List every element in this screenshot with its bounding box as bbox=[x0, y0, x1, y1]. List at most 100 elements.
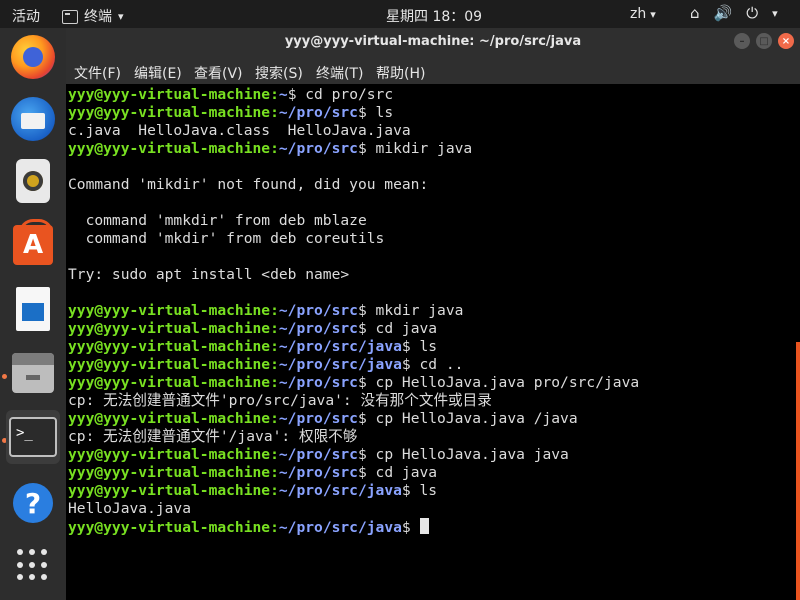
prompt-user: yyy@yyy-virtual-machine bbox=[68, 86, 271, 103]
close-button[interactable]: × bbox=[778, 33, 794, 49]
dock-item-help[interactable]: ? bbox=[6, 476, 60, 530]
prompt-path: ~/pro/src/java bbox=[278, 356, 402, 373]
prompt-line: yyy@yyy-virtual-machine:~/pro/src/java$ … bbox=[68, 482, 438, 499]
dock-item-software[interactable]: A bbox=[6, 218, 60, 272]
command-text bbox=[411, 519, 420, 536]
files-icon bbox=[12, 353, 54, 393]
app-menu[interactable]: 终端 ▾ bbox=[62, 6, 124, 26]
terminal-window: yyy@yyy-virtual-machine: ~/pro/src/java … bbox=[66, 28, 800, 600]
text-cursor bbox=[419, 518, 429, 534]
output-line: Try: sudo apt install <deb name> bbox=[68, 266, 798, 284]
command-text: cp HelloJava.java java bbox=[366, 446, 569, 463]
prompt-path: ~/pro/src bbox=[278, 320, 358, 337]
menu-bar: 文件(F) 编辑(E) 查看(V) 搜索(S) 终端(T) 帮助(H) bbox=[66, 56, 800, 84]
command-text: cd pro/src bbox=[296, 86, 394, 103]
menu-edit[interactable]: 编辑(E) bbox=[134, 63, 182, 83]
dock-item-files[interactable] bbox=[6, 346, 60, 400]
terminal-icon: >_ bbox=[9, 417, 57, 457]
output-text: cp: 无法创建普通文件'/java': 权限不够 bbox=[68, 428, 358, 445]
terminal-app-icon bbox=[62, 10, 78, 24]
output-line: command 'mkdir' from deb coreutils bbox=[68, 230, 798, 248]
prompt-path: ~/pro/src bbox=[278, 302, 358, 319]
menu-view[interactable]: 查看(V) bbox=[194, 63, 243, 83]
prompt-path: ~/pro/src bbox=[278, 140, 358, 157]
terminal-output[interactable]: yyy@yyy-virtual-machine:~$ cd pro/src yyy… bbox=[66, 84, 800, 600]
system-tray[interactable]: ⌂ 🔊 ⏻ ▾ bbox=[690, 4, 778, 22]
command-text: cp HelloJava.java pro/src/java bbox=[366, 374, 640, 391]
dock-item-thunderbird[interactable] bbox=[6, 92, 60, 146]
prompt-user: yyy@yyy-virtual-machine bbox=[68, 104, 271, 121]
dock-item-firefox[interactable] bbox=[6, 30, 60, 84]
input-method-menu[interactable]: zh ▾ bbox=[630, 6, 656, 22]
command-text: mkdir java bbox=[366, 302, 464, 319]
maximize-button[interactable]: □ bbox=[756, 33, 772, 49]
output-text: cp: 无法创建普通文件'pro/src/java': 没有那个文件或目录 bbox=[68, 392, 492, 409]
command-text: ls bbox=[410, 482, 438, 499]
chevron-down-icon: ▾ bbox=[118, 9, 124, 23]
command-text: ls bbox=[366, 104, 394, 121]
chevron-down-icon: ▾ bbox=[650, 7, 656, 21]
output-line: cp: 无法创建普通文件'/java': 权限不够 bbox=[68, 428, 798, 446]
prompt-path: ~/pro/src bbox=[278, 104, 358, 121]
menu-search[interactable]: 搜索(S) bbox=[255, 63, 303, 83]
command-text: cd java bbox=[366, 320, 438, 337]
output-line: command 'mmkdir' from deb mblaze bbox=[68, 212, 798, 230]
prompt-line: yyy@yyy-virtual-machine:~$ cd pro/src bbox=[68, 86, 394, 103]
menu-terminal[interactable]: 终端(T) bbox=[316, 63, 363, 83]
prompt-path: ~/pro/src bbox=[278, 464, 358, 481]
command-text: cd java bbox=[366, 464, 438, 481]
window-title: yyy@yyy-virtual-machine: ~/pro/src/java bbox=[284, 34, 582, 49]
show-applications-button[interactable] bbox=[6, 538, 60, 592]
volume-icon: 🔊 bbox=[713, 4, 733, 22]
output-text: command 'mkdir' from deb coreutils bbox=[68, 230, 385, 247]
thunderbird-icon bbox=[11, 97, 55, 141]
output-text: Try: sudo apt install <deb name> bbox=[68, 266, 350, 283]
clock[interactable]: 星期四 18：09 bbox=[386, 6, 482, 26]
prompt-user: yyy@yyy-virtual-machine bbox=[68, 519, 271, 536]
command-text: cd .. bbox=[410, 356, 464, 373]
prompt-line: yyy@yyy-virtual-machine:~/pro/src$ ls bbox=[68, 104, 394, 121]
network-icon: ⌂ bbox=[690, 4, 700, 22]
chevron-down-icon: ▾ bbox=[772, 6, 778, 20]
app-grid-icon bbox=[17, 549, 49, 581]
dock-item-rhythmbox[interactable] bbox=[6, 154, 60, 208]
menu-help[interactable]: 帮助(H) bbox=[376, 63, 425, 83]
command-text: ls bbox=[410, 338, 438, 355]
scrollbar[interactable] bbox=[796, 342, 800, 600]
menu-file[interactable]: 文件(F) bbox=[74, 63, 121, 83]
dock: A >_ ? bbox=[0, 28, 66, 600]
prompt-user: yyy@yyy-virtual-machine bbox=[68, 338, 271, 355]
output-line: cp: 无法创建普通文件'pro/src/java': 没有那个文件或目录 bbox=[68, 392, 798, 410]
activities-button[interactable]: 活动 bbox=[12, 6, 40, 26]
prompt-user: yyy@yyy-virtual-machine bbox=[68, 320, 271, 337]
prompt-user: yyy@yyy-virtual-machine bbox=[68, 446, 271, 463]
output-line: Command 'mikdir' not found, did you mean… bbox=[68, 176, 798, 194]
prompt-line: yyy@yyy-virtual-machine:~/pro/src/java$ … bbox=[68, 338, 438, 355]
prompt-path: ~/pro/src bbox=[278, 446, 358, 463]
prompt-user: yyy@yyy-virtual-machine bbox=[68, 374, 271, 391]
prompt-line: yyy@yyy-virtual-machine:~/pro/src$ cp He… bbox=[68, 374, 640, 391]
software-center-icon: A bbox=[13, 219, 53, 265]
prompt-path: ~/pro/src bbox=[278, 410, 358, 427]
prompt-line: yyy@yyy-virtual-machine:~/pro/src$ cp He… bbox=[68, 410, 578, 427]
prompt-path: ~/pro/src/java bbox=[278, 482, 402, 499]
prompt-user: yyy@yyy-virtual-machine bbox=[68, 482, 271, 499]
prompt-user: yyy@yyy-virtual-machine bbox=[68, 464, 271, 481]
power-icon: ⏻ bbox=[746, 4, 759, 22]
prompt-user: yyy@yyy-virtual-machine bbox=[68, 140, 271, 157]
firefox-icon bbox=[11, 35, 55, 79]
prompt-line: yyy@yyy-virtual-machine:~/pro/src$ cd ja… bbox=[68, 464, 438, 481]
output-text: HelloJava.java bbox=[68, 500, 192, 517]
prompt-line: yyy@yyy-virtual-machine:~/pro/src$ cd ja… bbox=[68, 320, 438, 337]
dock-item-writer[interactable] bbox=[6, 282, 60, 336]
output-line: c.java HelloJava.class HelloJava.java bbox=[68, 122, 798, 140]
command-text: mikdir java bbox=[366, 140, 473, 157]
window-titlebar[interactable]: yyy@yyy-virtual-machine: ~/pro/src/java … bbox=[66, 28, 800, 56]
dock-item-terminal[interactable]: >_ bbox=[6, 410, 60, 464]
minimize-button[interactable]: – bbox=[734, 33, 750, 49]
prompt-user: yyy@yyy-virtual-machine bbox=[68, 410, 271, 427]
command-text: cp HelloJava.java /java bbox=[366, 410, 578, 427]
prompt-line: yyy@yyy-virtual-machine:~/pro/src$ cp He… bbox=[68, 446, 569, 463]
